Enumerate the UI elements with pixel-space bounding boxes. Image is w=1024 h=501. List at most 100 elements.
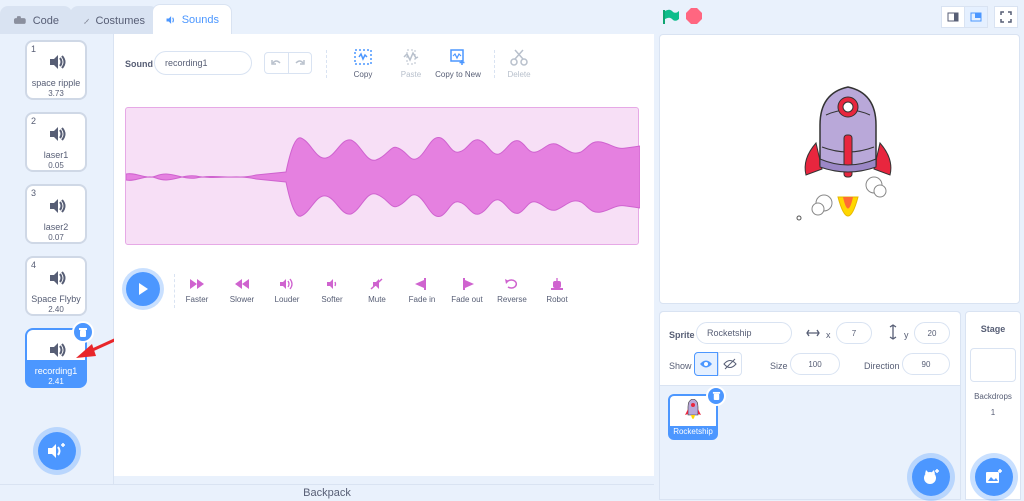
paste-icon [403,49,419,65]
redo-icon [295,60,305,65]
backdrop-thumbnail[interactable] [970,348,1016,382]
softer-label: Softer [321,295,343,304]
delete-label: Delete [507,70,531,79]
waveform-canvas[interactable] [125,107,641,245]
stage-dot [796,215,802,221]
effect-louder-button[interactable]: Louder [264,278,310,304]
show-hidden-button[interactable] [718,352,742,376]
slower-label: Slower [229,295,255,304]
sound-number: 5 [31,332,37,342]
speaker-icon [50,271,66,285]
delete-sprite-button[interactable] [706,386,726,406]
sound-duration: 3.73 [48,89,64,98]
tab-costumes[interactable]: Costumes [70,6,158,34]
x-input[interactable]: 7 [836,322,872,344]
add-sound-button[interactable] [38,432,76,470]
paste-button[interactable]: Paste [384,48,438,79]
tab-code[interactable]: Code [0,6,72,34]
mute-icon [370,278,383,290]
sound-item[interactable]: 4 Space Flyby 2.40 [25,256,87,316]
sprite-pane: Sprite Rocketship x 7 y 20 Show Size 100… [659,311,961,500]
trash-icon [712,391,720,401]
mute-label: Mute [368,295,386,304]
fullscreen-icon [1000,11,1012,23]
add-backdrop-icon [986,469,1002,483]
show-visible-button[interactable] [694,352,718,376]
undo-icon [271,60,281,65]
sound-name: space ripple [31,78,81,88]
sound-name: Space Flyby [31,294,81,304]
sprite-name-input[interactable]: Rocketship [696,322,792,344]
speaker-icon [50,127,66,141]
copy-to-new-button[interactable]: Copy to New [431,48,485,79]
play-icon [139,283,148,295]
add-backdrop-button[interactable] [975,458,1013,496]
speaker-icon [50,55,66,69]
delete-button[interactable]: Delete [492,48,546,79]
sound-item[interactable]: 3 laser2 0.07 [25,184,87,244]
show-label: Show [669,361,692,371]
code-icon [13,15,26,24]
rocketship-sprite [804,86,892,217]
x-arrows-icon [806,329,820,337]
effect-robot-button[interactable]: Robot [534,278,580,304]
louder-label: Louder [274,295,300,304]
sound-number: 2 [31,116,37,126]
sound-editor: Sound recording1 Copy Paste Copy to New … [114,34,654,476]
sound-item[interactable]: 2 laser1 0.05 [25,112,87,172]
copy-button[interactable]: Copy [336,48,390,79]
editor-tabs: Code Costumes Sounds [0,0,660,34]
effect-fade-out-button[interactable]: Fade out [444,278,490,304]
sprite-info: Sprite Rocketship x 7 y 20 Show Size 100… [660,312,960,386]
sound-item[interactable]: 1 space ripple 3.73 [25,40,87,100]
speaker-icon [166,15,174,24]
undo-button[interactable] [265,53,288,73]
backpack-bar[interactable]: Backpack [0,484,654,500]
tab-sounds[interactable]: Sounds [152,4,232,34]
redo-button[interactable] [287,53,312,73]
stage-selector[interactable]: Stage Backdrops 1 [965,311,1021,500]
y-input[interactable]: 20 [914,322,950,344]
sound-number: 1 [31,44,37,54]
brush-icon [83,18,90,24]
sound-list: 1 space ripple 3.73 2 laser1 0.05 3 lase… [0,34,155,500]
green-flag-icon[interactable] [662,9,680,25]
effect-slower-button[interactable]: Slower [219,278,265,304]
backdrops-label: Backdrops [974,392,1012,401]
add-sprite-icon [924,469,939,484]
effect-faster-button[interactable]: Faster [174,278,220,304]
size-input[interactable]: 100 [790,353,840,375]
sound-duration: 0.07 [48,233,64,242]
y-arrows-icon [889,324,897,340]
undo-redo-group [264,52,312,74]
effect-mute-button[interactable]: Mute [354,278,400,304]
eye-icon [700,360,712,368]
y-label: y [904,330,909,340]
effect-fade-in-button[interactable]: Fade in [399,278,445,304]
sound-label: Sound [125,59,153,69]
fade-out-label: Fade out [451,295,483,304]
robot-label: Robot [546,295,568,304]
small-stage-button[interactable] [941,6,965,28]
scissors-icon [510,49,528,66]
effect-reverse-button[interactable]: Reverse [489,278,535,304]
direction-input[interactable]: 90 [902,353,950,375]
sound-name-input[interactable]: recording1 [154,51,252,75]
sprite-thumbnail[interactable]: Rocketship [668,386,726,440]
fade-in-icon [415,278,426,290]
speaker-icon [50,199,66,213]
copy-label: Copy [353,70,373,79]
add-sprite-button[interactable] [912,458,950,496]
fullscreen-button[interactable] [994,6,1018,28]
waveform [125,137,641,217]
speaker-icon [50,343,66,357]
tab-code-label: Code [32,14,59,27]
sprite-label: Sprite [669,330,695,340]
stage-canvas[interactable] [659,34,1020,304]
sound-duration: 2.40 [48,305,64,314]
stop-icon[interactable] [686,8,702,24]
large-stage-button[interactable] [964,6,988,28]
effect-softer-button[interactable]: Softer [309,278,355,304]
sound-duration: 0.05 [48,161,64,170]
play-button[interactable] [126,272,160,306]
